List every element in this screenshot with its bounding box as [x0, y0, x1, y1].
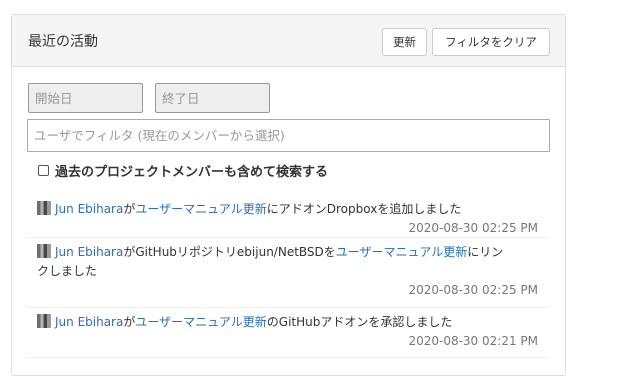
end-date-input[interactable] [155, 83, 270, 113]
user-avatar-icon[interactable] [37, 314, 51, 328]
activity-description-prefix: がGitHubリポジトリebijun/NetBSDを [123, 245, 336, 259]
activity-item: Jun Ebiharaがユーザーマニュアル更新にアドオンDropboxを追加しま… [27, 195, 550, 238]
activity-item: Jun EbiharaがGitHubリポジトリebijun/NetBSDをユーザ… [27, 238, 550, 308]
activity-text: Jun Ebiharaがユーザーマニュアル更新にアドオンDropboxを追加しま… [37, 200, 550, 219]
document-link[interactable]: ユーザーマニュアル更新 [135, 315, 266, 329]
activity-list: Jun Ebiharaがユーザーマニュアル更新にアドオンDropboxを追加しま… [27, 195, 550, 358]
refresh-button[interactable]: 更新 [382, 28, 427, 56]
include-past-members-option[interactable]: 過去のプロジェクトメンバーも含めて検索する [38, 160, 328, 180]
activity-timestamp: 2020-08-30 02:25 PM [408, 283, 538, 297]
recent-activity-panel: 最近の活動 更新 フィルタをクリア 過去のプロジェクトメンバーも含めて検索する … [11, 14, 566, 376]
start-date-input[interactable] [28, 83, 143, 113]
activity-connector: が [123, 202, 136, 216]
activity-timestamp: 2020-08-30 02:25 PM [408, 221, 538, 235]
include-past-members-label: 過去のプロジェクトメンバーも含めて検索する [55, 164, 329, 180]
user-link[interactable]: Jun Ebihara [55, 202, 123, 216]
activity-item: Jun Ebiharaがユーザーマニュアル更新のGitHubアドオンを承認しまし… [27, 308, 550, 358]
user-avatar-icon[interactable] [37, 201, 51, 215]
user-link[interactable]: Jun Ebihara [55, 315, 123, 329]
activity-text: Jun EbiharaがGitHubリポジトリebijun/NetBSDをユーザ… [37, 243, 550, 281]
activity-description: にアドオンDropboxを追加しました [266, 202, 462, 216]
activity-timestamp: 2020-08-30 02:21 PM [408, 334, 538, 348]
document-link[interactable]: ユーザーマニュアル更新 [336, 245, 467, 259]
activity-description: のGitHubアドオンを承認しました [266, 315, 453, 329]
activity-connector: が [123, 315, 136, 329]
document-link[interactable]: ユーザーマニュアル更新 [135, 202, 266, 216]
user-avatar-icon[interactable] [37, 244, 51, 258]
clear-filter-button[interactable]: フィルタをクリア [432, 28, 550, 56]
panel-title: 最近の活動 [28, 34, 98, 50]
activity-text: Jun Ebiharaがユーザーマニュアル更新のGitHubアドオンを承認しまし… [37, 313, 550, 332]
member-filter-input[interactable] [27, 119, 550, 152]
panel-header: 最近の活動 更新 フィルタをクリア [12, 15, 565, 67]
user-link[interactable]: Jun Ebihara [55, 245, 123, 259]
checkbox-icon[interactable] [38, 164, 49, 176]
